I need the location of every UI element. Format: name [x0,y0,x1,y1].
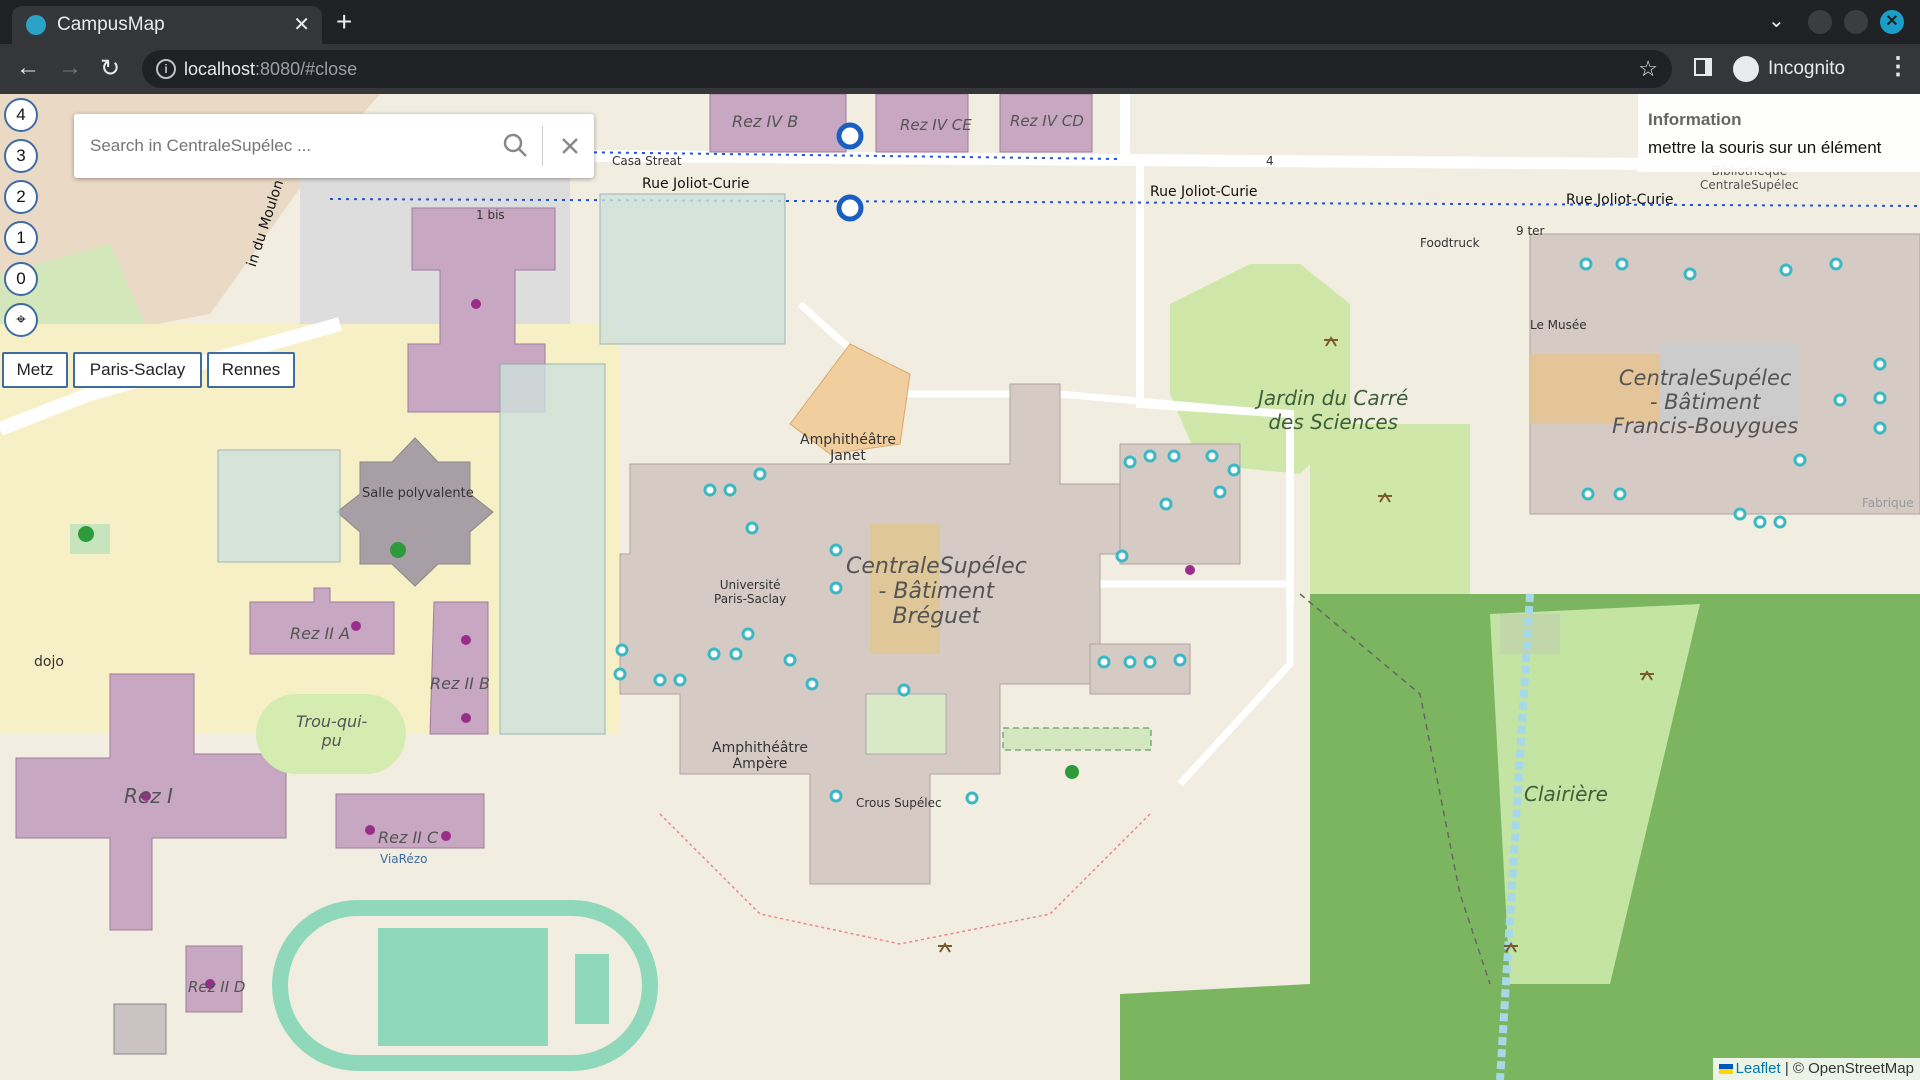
poi-label: Crous Supélec [856,796,942,810]
tab-search-chevron-icon[interactable]: ⌄ [1768,8,1785,33]
campus-map[interactable]: Rue Joliot-Curie Rue Joliot-Curie Rue Jo… [0,94,1920,1080]
poi-label: Fabrique [1862,496,1914,510]
building-label: Amphithéâtre Ampère [712,740,808,772]
url-path: :8080/#close [255,59,358,79]
info-panel: Information mettre la souris sur un élém… [1638,94,1920,172]
building-label: Rez II D [188,978,246,996]
clear-icon[interactable] [552,128,588,164]
building-label: Rez IV CD [1010,112,1084,130]
incognito-icon [1733,56,1759,82]
building-label: dojo [34,654,64,670]
minimize-button[interactable] [1808,10,1832,34]
bookmark-star-icon[interactable]: ☆ [1638,56,1658,82]
floor-button-0[interactable]: 0 [4,262,38,296]
tab-close-icon[interactable]: ✕ [293,12,310,37]
address-label: 4 [1266,154,1274,168]
maximize-button[interactable] [1844,10,1868,34]
floor-selector: 4 3 2 1 0 ⌖ [4,98,40,344]
floor-button-2[interactable]: 2 [4,180,38,214]
new-tab-button[interactable]: + [336,6,352,38]
tab-title: CampusMap [57,14,165,35]
side-panel-icon[interactable] [1694,58,1712,76]
street-label: Rue Joliot-Curie [1150,184,1258,200]
info-text: mettre la souris sur un élément [1648,138,1882,157]
poi-label: Foodtruck [1420,236,1480,250]
building-label: Rez IV CE [900,116,972,134]
menu-icon[interactable]: ⋮ [1886,52,1910,81]
building-label: CentraleSupélec - Bâtiment Bréguet [846,554,1027,629]
globe-icon [26,15,46,35]
building-label: Rez I [124,784,173,808]
forward-button[interactable]: → [58,54,82,82]
floor-button-4[interactable]: 4 [4,98,38,132]
search-divider [542,126,543,166]
building-label: Rez IV B [732,112,799,131]
poi-label: Casa Streat [612,154,682,168]
back-button[interactable]: ← [16,54,40,82]
campus-button-paris-saclay[interactable]: Paris-Saclay [73,352,202,388]
park-label: Jardin du Carré des Sciences [1258,386,1409,434]
osm-attribution: | © OpenStreetMap [1784,1060,1914,1077]
tab-campusmap[interactable]: CampusMap ✕ [12,6,322,44]
incognito-indicator[interactable]: Incognito [1730,50,1890,88]
address-label: 9 ter [1516,224,1545,238]
building-label: Salle polyvalente [362,486,474,501]
leaflet-link[interactable]: Leaflet [1736,1060,1781,1077]
water-label: Trou-qui- pu [296,712,368,750]
campus-button-rennes[interactable]: Rennes [207,352,295,388]
floor-button-3[interactable]: 3 [4,139,38,173]
address-bar[interactable]: i localhost:8080/#close ☆ [142,50,1672,88]
locate-icon[interactable]: ⌖ [4,303,38,337]
site-info-icon[interactable]: i [156,59,176,79]
url-host: localhost [184,59,256,79]
search-box [74,114,594,178]
url-text: localhost:8080/#close [184,59,357,80]
building-label: CentraleSupélec - Bâtiment Francis-Bouyg… [1612,366,1799,438]
address-label: 1 bis [476,208,505,222]
park-label: Clairière [1524,782,1608,806]
search-icon[interactable] [498,128,534,164]
poi-label: ViaRézo [380,852,428,866]
building-label: Rez II C [378,828,439,847]
info-heading: Information [1648,110,1742,129]
incognito-label: Incognito [1768,58,1846,79]
window-close-button[interactable]: ✕ [1880,10,1904,34]
building-label: Rez II B [430,674,490,693]
street-label: Rue Joliot-Curie [1566,192,1674,208]
poi-label: Université Paris-Saclay [714,578,787,606]
campus-button-metz[interactable]: Metz [2,352,68,388]
search-input[interactable] [90,130,490,162]
street-label: Rue Joliot-Curie [642,176,750,192]
ukraine-flag-icon [1718,1064,1733,1075]
building-label: Rez II A [290,624,350,643]
reload-button[interactable]: ↻ [100,54,120,83]
poi-label: Le Musée [1530,318,1587,332]
map-attribution: Leaflet | © OpenStreetMap [1712,1058,1920,1080]
tab-bar: CampusMap ✕ + ⌄ ✕ [0,0,1920,44]
floor-button-1[interactable]: 1 [4,221,38,255]
building-label: Amphithéâtre Janet [800,432,896,464]
browser-toolbar: ← → ↻ i localhost:8080/#close ☆ Incognit… [0,44,1920,94]
